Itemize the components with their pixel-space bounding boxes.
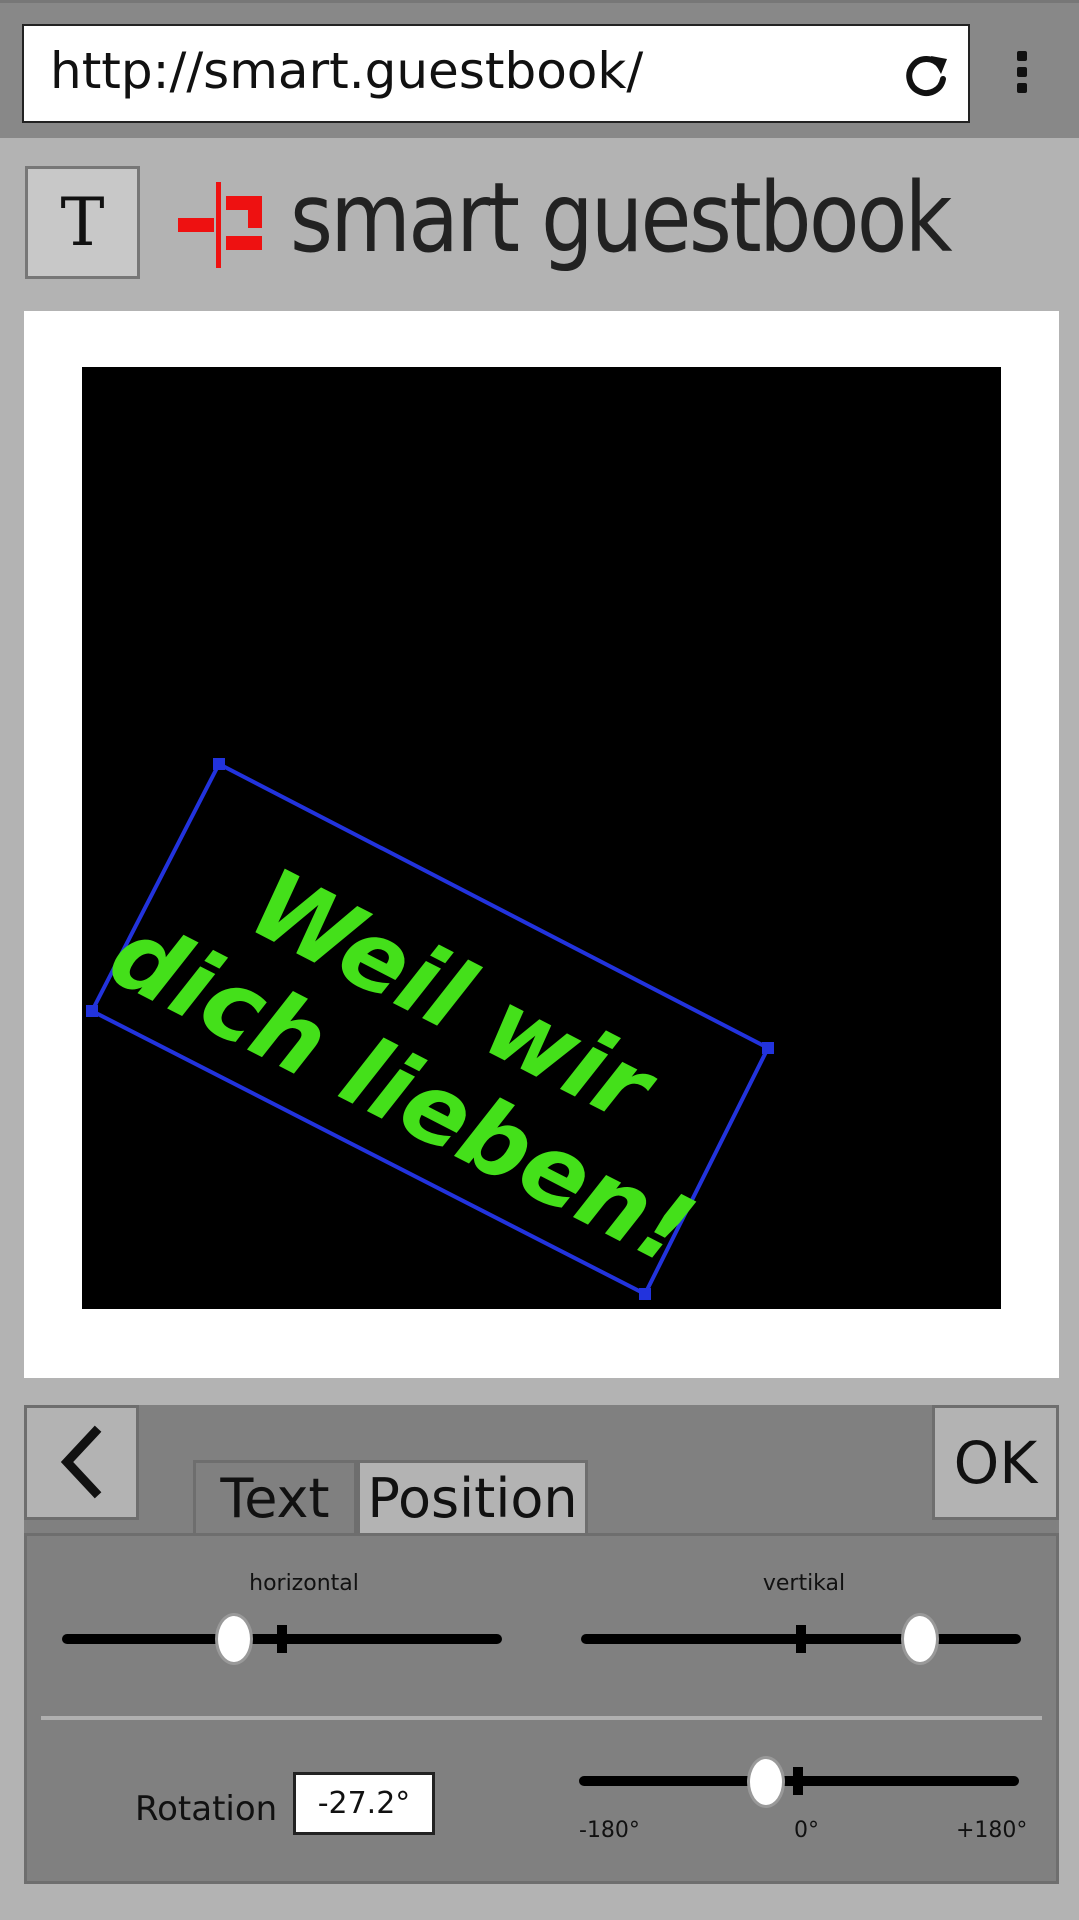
url-text: http://smart.guestbook/ (50, 42, 644, 100)
kebab-menu-icon[interactable] (1012, 51, 1032, 99)
position-panel: horizontal vertikal Rotation -180° 0° +1… (24, 1533, 1059, 1884)
rotation-center-tick (793, 1767, 803, 1795)
logo-icon (178, 182, 262, 268)
resize-handle-left[interactable] (86, 1005, 98, 1017)
ok-button[interactable]: OK (932, 1405, 1059, 1520)
photo-canvas[interactable]: Weil wir dich lieben! (82, 367, 1001, 1309)
resize-handle-right[interactable] (762, 1042, 774, 1054)
browser-toolbar: http://smart.guestbook/ (0, 0, 1079, 138)
chevron-left-icon (60, 1425, 102, 1499)
resize-handle-top-left[interactable] (213, 758, 225, 770)
canvas-frame: Weil wir dich lieben! (24, 311, 1059, 1378)
vertikal-slider-thumb[interactable] (900, 1613, 939, 1665)
vertikal-label: vertikal (762, 1571, 846, 1596)
logo-text: smart guestbook (290, 162, 953, 274)
tab-position[interactable]: Position (357, 1460, 588, 1533)
vertikal-center-tick (796, 1625, 806, 1653)
panel-divider (41, 1716, 1042, 1720)
rotation-mid-label: 0° (794, 1818, 819, 1843)
horizontal-label: horizontal (249, 1571, 359, 1596)
rotation-max-label: +180° (956, 1818, 1028, 1843)
horizontal-center-tick (277, 1625, 287, 1653)
rotation-input[interactable] (293, 1772, 435, 1835)
horizontal-slider-thumb[interactable] (214, 1613, 253, 1665)
editor-toolbar: Text Position OK (24, 1405, 1059, 1533)
rotation-label: Rotation (135, 1789, 278, 1829)
back-button[interactable] (24, 1405, 139, 1520)
resize-handle-bottom[interactable] (639, 1288, 651, 1300)
canvas-overlay: Weil wir dich lieben! (86, 758, 774, 1300)
reload-icon[interactable] (904, 52, 950, 98)
address-bar[interactable]: http://smart.guestbook/ (22, 24, 970, 123)
tab-text[interactable]: Text (193, 1460, 357, 1533)
rotation-min-label: -180° (579, 1818, 640, 1843)
app-header: T smart guestbook (0, 138, 1079, 306)
text-tool-button[interactable]: T (25, 166, 140, 279)
rotation-slider-thumb[interactable] (746, 1756, 785, 1808)
